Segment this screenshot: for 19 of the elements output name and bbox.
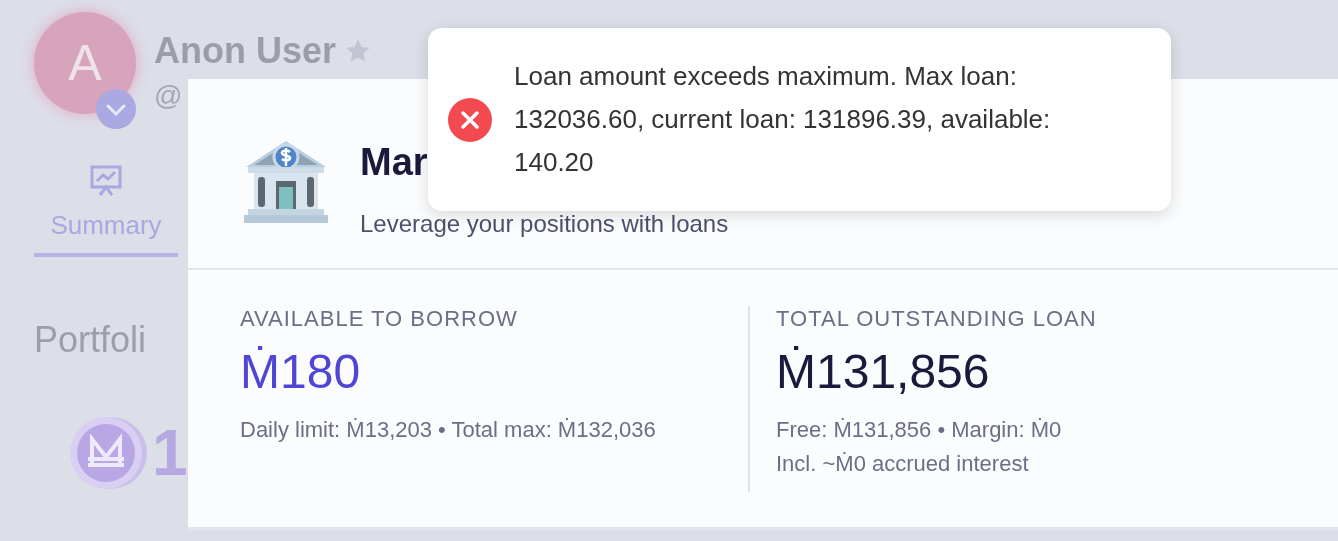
error-icon xyxy=(448,97,492,142)
stat-note: Incl. ~Ṁ0 accrued interest xyxy=(776,450,1030,478)
user-name: Anon User xyxy=(154,30,337,72)
user-handle: @ xyxy=(154,80,183,112)
stat-label: AVAILABLE TO BORROW xyxy=(240,306,519,332)
stat-note: Daily limit: Ṁ13,203 • Total max: Ṁ132,036 xyxy=(240,416,657,444)
avatar[interactable]: A xyxy=(34,12,136,114)
modal-title: Mar xyxy=(360,141,428,184)
bank-icon xyxy=(242,139,330,225)
stat-value: Ṁ180 xyxy=(240,344,362,399)
coin-icon xyxy=(68,415,148,491)
section-title: Portfoli xyxy=(34,319,148,361)
stat-value: Ṁ131,856 xyxy=(776,344,991,399)
presentation-chart-icon xyxy=(88,164,124,198)
stat-label: TOTAL OUTSTANDING LOAN xyxy=(776,306,1098,332)
chevron-badge-icon[interactable] xyxy=(95,88,137,130)
stat-note: Free: Ṁ131,856 • Margin: Ṁ0 xyxy=(776,416,1063,444)
modal-subtitle: Leverage your positions with loans xyxy=(360,210,729,238)
toast-message: Loan amount exceeds maximum. Max loan: 132036.60, current loan: 131896.39, available: 140.20 xyxy=(514,60,1052,179)
